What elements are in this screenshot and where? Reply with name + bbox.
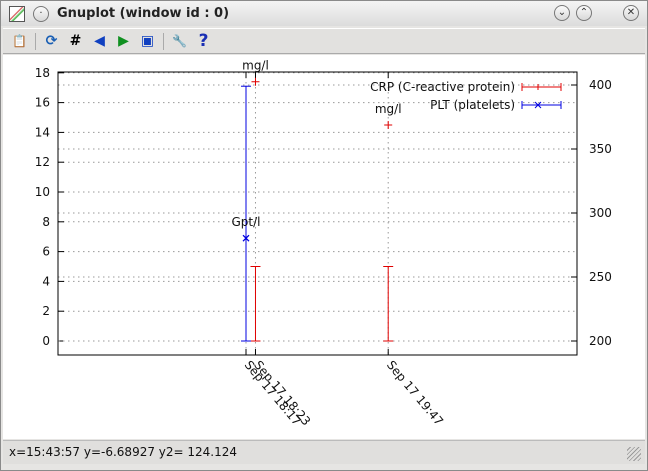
point-label: mg/l [375, 102, 402, 116]
next-zoom-icon[interactable]: ▶ [115, 33, 132, 50]
autoscale-icon[interactable]: ▣ [139, 33, 156, 50]
legend-label: PLT (platelets) [430, 98, 515, 112]
y-tick-label: 2 [42, 304, 50, 318]
status-bar: x=15:43:57 y=-6.68927 y2= 124.124 [3, 440, 645, 464]
y-tick-label: 4 [42, 274, 50, 288]
gnuplot-window: · Gnuplot (window id : 0) ⌄ ⌃ ✕ 📋 ⟳ # ◀ … [0, 0, 648, 471]
y-tick-label: 12 [35, 155, 50, 169]
resize-grip[interactable] [627, 447, 641, 461]
y-tick-label: 6 [42, 245, 50, 259]
app-icon [9, 5, 25, 22]
y-tick-label: 0 [42, 334, 50, 348]
previous-zoom-icon[interactable]: ◀ [91, 33, 108, 50]
y2-tick-label: 250 [589, 270, 612, 284]
y2-tick-label: 200 [589, 334, 612, 348]
close-button[interactable]: ✕ [623, 5, 639, 21]
plot-area[interactable]: 0 2 4 6 8 10 12 14 16 18 200 250 300 350 400 Sep 17 18:… [3, 55, 645, 439]
x-tick-label: Sep 17 18:23 [251, 358, 313, 428]
y-tick-label: 18 [35, 66, 50, 80]
grid-icon[interactable]: # [67, 33, 84, 50]
data-point [384, 120, 393, 129]
point-label: Gpt/l [232, 215, 261, 229]
window-title: Gnuplot (window id : 0) [57, 6, 230, 21]
window-menu-button[interactable]: · [33, 5, 49, 22]
settings-icon[interactable]: 🔧 [171, 33, 188, 50]
toolbar: 📋 ⟳ # ◀ ▶ ▣ 🔧 ? [3, 28, 645, 54]
coordinate-readout: x=15:43:57 y=-6.68927 y2= 124.124 [9, 445, 238, 459]
maximize-button[interactable]: ⌃ [576, 5, 592, 21]
y2-tick-label: 300 [589, 206, 612, 220]
toolbar-separator [163, 32, 164, 50]
point-label: mg/l [242, 59, 269, 73]
legend-label: CRP (C-reactive protein) [370, 80, 515, 94]
y-tick-label: 8 [42, 215, 50, 229]
x-tick-label: Sep 17 19:47 [384, 358, 446, 428]
copy-to-clipboard-icon[interactable]: 📋 [11, 33, 28, 50]
replot-icon[interactable]: ⟳ [43, 33, 60, 50]
y2-tick-label: 400 [589, 78, 612, 92]
help-icon[interactable]: ? [195, 32, 212, 50]
y2-tick-label: 350 [589, 142, 612, 156]
y-tick-label: 14 [35, 125, 50, 139]
y-tick-label: 16 [35, 96, 50, 110]
y-tick-label: 10 [35, 185, 50, 199]
chart: 0 2 4 6 8 10 12 14 16 18 200 250 300 350 400 Sep 17 18:… [35, 59, 612, 429]
title-bar[interactable]: · Gnuplot (window id : 0) ⌄ ⌃ ✕ [1, 1, 647, 26]
minimize-button[interactable]: ⌄ [554, 5, 570, 21]
toolbar-separator [35, 32, 36, 50]
